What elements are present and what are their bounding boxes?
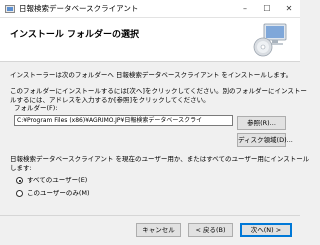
radio-all-users-label: すべてのユーザー(E) (27, 176, 88, 184)
radio-this-user-label: このユーザーのみ(M) (27, 189, 90, 197)
instruction-text-line1: このフォルダーにインストールするには[次へ]をクリックしてください。別のフォルダ… (10, 87, 307, 95)
page-title: インストール フォルダーの選択 (10, 30, 139, 40)
cancel-button[interactable]: キャンセル (136, 223, 181, 237)
intro-text: インストーラーは次のフォルダーへ 日報検索データベースクライアント をインストー… (10, 71, 293, 79)
radio-this-user-indicator[interactable] (16, 190, 23, 197)
computer-cd-icon (253, 23, 287, 57)
installer-app-icon (5, 5, 15, 13)
back-button[interactable]: < 戻る(B) (188, 223, 233, 237)
window-title: 日報検索データベースクライアント (19, 4, 139, 13)
next-button[interactable]: 次へ(N) > (240, 223, 292, 237)
install-for-text-line1: 日報検索データベースクライアント を現在のユーザー用か、またはすべてのユーザー用… (10, 155, 310, 163)
close-button[interactable]: ✕ (278, 0, 300, 18)
radio-all-users[interactable]: すべてのユーザー(E) (16, 176, 136, 186)
folder-path-input[interactable]: C:¥Program Files (x86)¥AGRIMO.JP¥日報検索データ… (14, 115, 233, 126)
install-for-text-line2: します: (10, 164, 32, 172)
folder-label: フォルダー(F): (14, 104, 58, 112)
footer-divider (0, 215, 300, 216)
browse-button[interactable]: 参照(R)... (237, 116, 286, 130)
disk-cost-button[interactable]: ディスク領域(D)... (237, 133, 293, 147)
radio-this-user[interactable]: このユーザーのみ(M) (16, 189, 136, 199)
minimize-button[interactable]: – (234, 0, 256, 18)
title-bar: 日報検索データベースクライアント – ☐ ✕ (0, 0, 300, 18)
radio-all-users-indicator[interactable] (16, 177, 23, 184)
header-banner: インストール フォルダーの選択 (0, 18, 300, 62)
maximize-button[interactable]: ☐ (256, 0, 278, 18)
